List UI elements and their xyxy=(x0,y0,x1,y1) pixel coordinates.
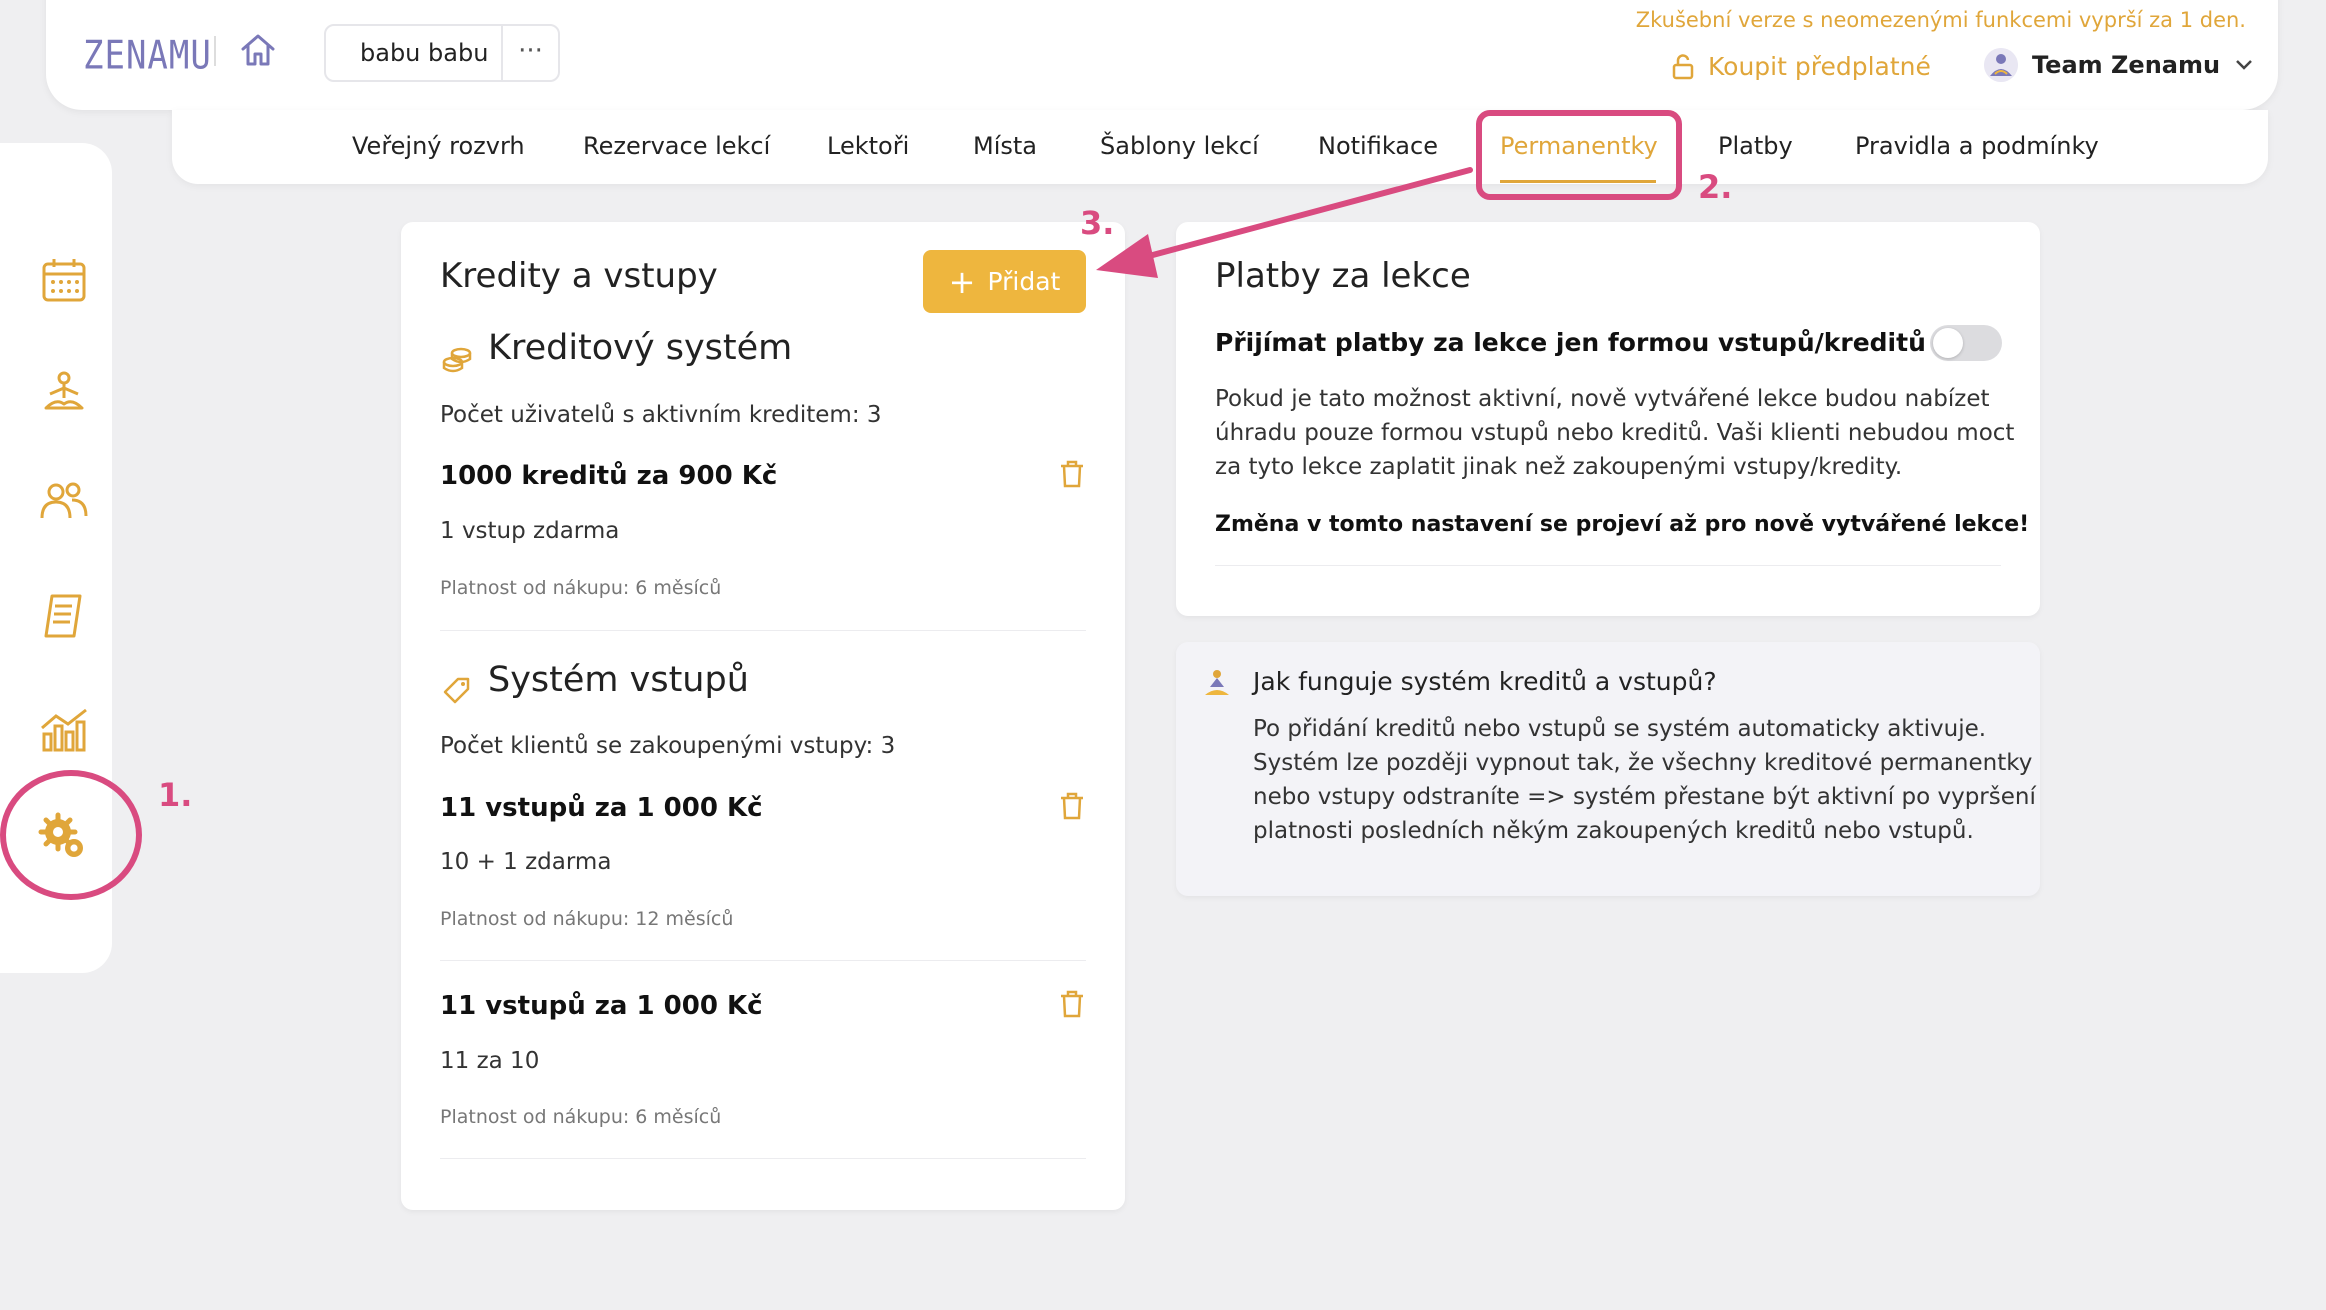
studio-name[interactable]: babu babu xyxy=(326,39,501,67)
buy-subscription-link[interactable]: Koupit předplatné xyxy=(1672,52,1931,81)
info-card-line: Po přidání kreditů nebo vstupů se systém… xyxy=(1253,716,1987,742)
buy-subscription-label: Koupit předplatné xyxy=(1708,52,1931,81)
studio-more-button[interactable]: ··· xyxy=(501,26,558,80)
credit-package-note: 1 vstup zdarma xyxy=(440,518,620,544)
top-header: ZENAMU babu babu ··· Zkušební verze s ne… xyxy=(46,0,2278,110)
credits-card-title: Kredity a vstupy xyxy=(440,256,718,296)
tab-notifications[interactable]: Notifikace xyxy=(1318,132,1438,160)
tab-reservations[interactable]: Rezervace lekcí xyxy=(583,132,770,160)
add-button-label: Přidat xyxy=(987,267,1061,296)
payments-description-line: úhradu pouze formou vstupů nebo kreditů.… xyxy=(1215,420,2015,446)
info-card-line: Systém lze později vypnout tak, že všech… xyxy=(1253,750,2033,776)
entry-package-note: 10 + 1 zdarma xyxy=(440,849,612,875)
trial-notice: Zkušební verze s neomezenými funkcemi vy… xyxy=(1635,8,2246,32)
entry-system-summary: Počet klientů se zakoupenými vstupy: 3 xyxy=(440,733,896,759)
annotation-arrow xyxy=(1096,167,1473,278)
info-card-line: nebo vstupy odstraníte => systém přestan… xyxy=(1253,784,2036,810)
payments-warning: Změna v tomto nastavení se projeví až pr… xyxy=(1215,512,2030,537)
ticket-icon xyxy=(443,677,470,704)
chart-icon[interactable] xyxy=(36,702,92,758)
plus-icon: + xyxy=(948,262,976,301)
entry-package-validity: Platnost od nákupu: 12 měsíců xyxy=(440,908,734,930)
meditation-icon[interactable] xyxy=(36,366,92,422)
credit-package-validity: Platnost od nákupu: 6 měsíců xyxy=(440,577,722,599)
divider xyxy=(440,960,1086,961)
logo-divider xyxy=(214,36,216,66)
entry-package-note: 11 za 10 xyxy=(440,1048,540,1074)
step-1-highlight xyxy=(0,770,142,900)
toggle-knob xyxy=(1933,328,1963,358)
credit-package-name[interactable]: 1000 kreditů za 900 Kč xyxy=(440,461,777,491)
tab-instructors[interactable]: Lektoři xyxy=(827,132,909,160)
info-card-line: platnosti posledních někým zakoupených k… xyxy=(1253,818,1974,844)
document-icon[interactable] xyxy=(36,588,92,644)
trash-icon[interactable] xyxy=(1059,460,1085,488)
step-2-label: 2. xyxy=(1698,168,1733,206)
coins-icon xyxy=(442,347,472,373)
trash-icon[interactable] xyxy=(1059,792,1085,820)
users-icon[interactable] xyxy=(36,474,92,530)
tab-public-schedule[interactable]: Veřejný rozvrh xyxy=(352,132,525,160)
payments-description-line: Pokud je tato možnost aktivní, nově vytv… xyxy=(1215,386,1990,412)
step-1-label: 1. xyxy=(158,776,193,814)
calendar-icon[interactable] xyxy=(36,252,92,308)
team-name: Team Zenamu xyxy=(2032,51,2221,79)
team-avatar xyxy=(1984,48,2018,82)
unlock-icon xyxy=(1672,53,1694,79)
add-button[interactable]: + Přidat xyxy=(923,250,1086,313)
divider xyxy=(440,1158,1086,1159)
entry-package-validity: Platnost od nákupu: 6 měsíců xyxy=(440,1106,722,1128)
credit-system-title: Kreditový systém xyxy=(488,328,793,368)
divider xyxy=(440,630,1086,631)
team-menu[interactable]: Team Zenamu xyxy=(1984,48,2254,82)
tab-rules-terms[interactable]: Pravidla a podmínky xyxy=(1855,132,2099,160)
credits-only-toggle-label: Přijímat platby za lekce jen formou vstu… xyxy=(1215,328,1926,357)
chevron-down-icon xyxy=(2236,60,2252,70)
tab-places[interactable]: Místa xyxy=(973,132,1037,160)
zenamu-logo[interactable]: ZENAMU xyxy=(83,33,212,79)
credits-only-toggle[interactable] xyxy=(1930,325,2002,361)
trash-icon[interactable] xyxy=(1059,990,1085,1018)
divider xyxy=(1215,565,2001,566)
entry-package-name[interactable]: 11 vstupů za 1 000 Kč xyxy=(440,793,763,823)
entry-system-title: Systém vstupů xyxy=(488,660,749,700)
studio-selector[interactable]: babu babu ··· xyxy=(324,24,560,82)
entry-package-name[interactable]: 11 vstupů za 1 000 Kč xyxy=(440,991,763,1021)
credit-system-summary: Počet uživatelů s aktivním kreditem: 3 xyxy=(440,402,882,428)
home-icon[interactable] xyxy=(238,30,278,70)
tab-lesson-templates[interactable]: Šablony lekcí xyxy=(1100,132,1259,160)
meditation-figure-icon xyxy=(1205,670,1229,695)
tab-payments[interactable]: Platby xyxy=(1718,132,1793,160)
step-2-highlight xyxy=(1476,110,1682,200)
info-card-title: Jak funguje systém kreditů a vstupů? xyxy=(1253,667,1717,696)
payments-description-line: za tyto lekce zaplatit jinak než zakoupe… xyxy=(1215,454,1903,480)
